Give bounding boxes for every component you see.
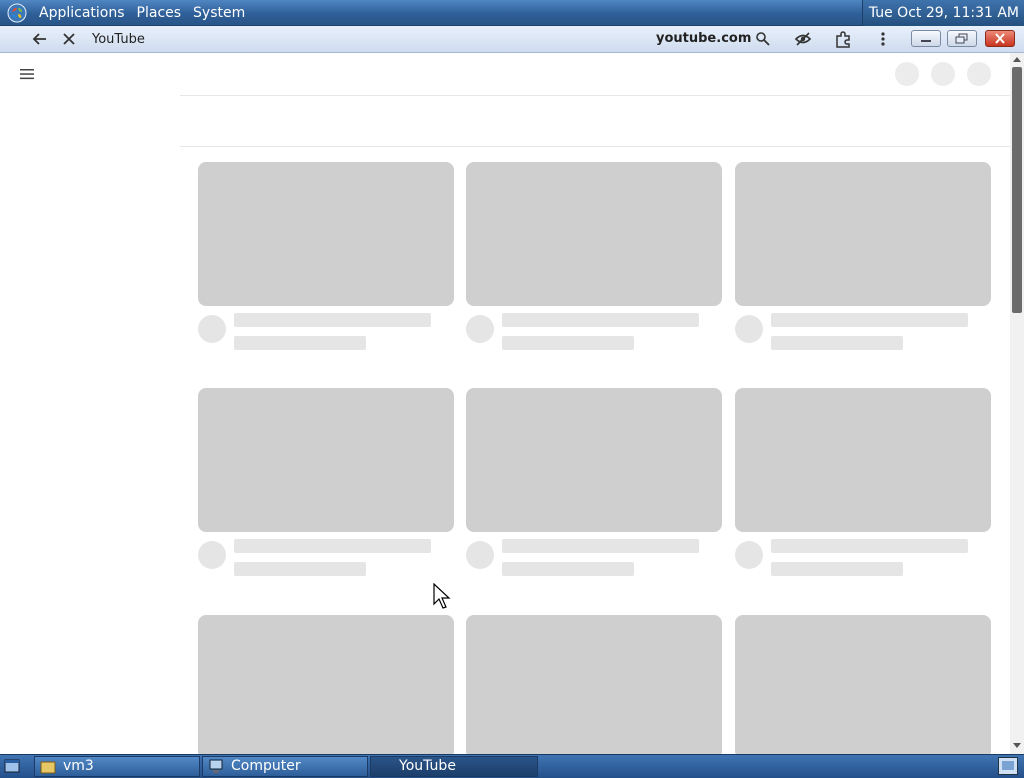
show-desktop-icon[interactable] (4, 758, 20, 774)
scroll-down-icon[interactable] (1013, 743, 1021, 749)
header-button-placeholder (895, 62, 919, 86)
video-thumbnail-placeholder[interactable] (735, 162, 991, 306)
tracking-protection-icon[interactable] (794, 30, 812, 48)
back-arrow-icon[interactable] (31, 30, 49, 48)
video-thumbnail-placeholder[interactable] (198, 615, 454, 754)
video-title-placeholder (234, 539, 431, 553)
restore-icon (955, 33, 968, 44)
browser-toolbar: YouTube youtube.com (0, 26, 1024, 53)
zoom-icon[interactable] (754, 30, 772, 48)
top-panel: Applications Places System Tue Oct 29, 1… (0, 0, 1024, 26)
video-thumbnail-placeholder[interactable] (198, 388, 454, 532)
computer-icon (209, 759, 223, 773)
mouse-cursor-icon (433, 583, 451, 609)
video-title-placeholder (502, 539, 699, 553)
video-thumbnail-placeholder[interactable] (466, 162, 722, 306)
channel-avatar-placeholder (198, 541, 226, 569)
workspace-switcher-icon[interactable] (998, 757, 1018, 775)
video-thumbnail-placeholder[interactable] (735, 388, 991, 532)
close-icon (995, 33, 1005, 44)
video-title-placeholder (234, 313, 431, 327)
taskbar-item-youtube[interactable]: YouTube (370, 756, 538, 777)
channel-avatar-placeholder (466, 541, 494, 569)
system-menu[interactable]: System (187, 0, 251, 26)
hamburger-menu-icon[interactable] (19, 67, 35, 81)
youtube-page (0, 53, 1010, 754)
video-meta-placeholder (771, 336, 903, 350)
close-window-button[interactable] (985, 30, 1015, 47)
header-button-placeholder (967, 62, 991, 86)
video-title-placeholder (771, 539, 968, 553)
minimize-button[interactable] (911, 30, 941, 47)
channel-avatar-placeholder (735, 541, 763, 569)
scrollbar-thumb[interactable] (1012, 67, 1022, 313)
distro-logo-icon[interactable] (7, 3, 27, 23)
video-thumbnail-placeholder[interactable] (466, 388, 722, 532)
video-meta-placeholder (502, 336, 634, 350)
channel-avatar-placeholder (735, 315, 763, 343)
taskbar-item-vm3[interactable]: vm3 (34, 756, 200, 777)
tab-title: YouTube (92, 32, 145, 47)
video-thumbnail-placeholder[interactable] (466, 615, 722, 754)
clock[interactable]: Tue Oct 29, 11:31 AM (861, 0, 1024, 26)
header-divider (180, 95, 1010, 96)
channel-avatar-placeholder (466, 315, 494, 343)
restore-button[interactable] (947, 30, 977, 47)
video-meta-placeholder (234, 562, 366, 576)
url-display[interactable]: youtube.com (656, 31, 751, 46)
video-meta-placeholder (502, 562, 634, 576)
minimize-icon (921, 40, 931, 42)
folder-icon (40, 761, 56, 774)
taskbar: vm3 Computer YouTube (0, 754, 1024, 778)
applications-menu[interactable]: Applications (33, 0, 131, 26)
video-meta-placeholder (234, 336, 366, 350)
stop-loading-icon[interactable] (60, 30, 78, 48)
video-meta-placeholder (771, 562, 903, 576)
channel-avatar-placeholder (198, 315, 226, 343)
scroll-up-icon[interactable] (1013, 56, 1021, 62)
video-title-placeholder (502, 313, 699, 327)
header-button-placeholder (931, 62, 955, 86)
chips-divider (180, 146, 1010, 147)
taskbar-item-computer[interactable]: Computer (202, 756, 368, 777)
extensions-icon[interactable] (834, 30, 852, 48)
video-thumbnail-placeholder[interactable] (735, 615, 991, 754)
video-title-placeholder (771, 313, 968, 327)
more-menu-icon[interactable] (874, 30, 892, 48)
video-thumbnail-placeholder[interactable] (198, 162, 454, 306)
page-scrollbar[interactable] (1010, 53, 1024, 754)
places-menu[interactable]: Places (131, 0, 188, 26)
